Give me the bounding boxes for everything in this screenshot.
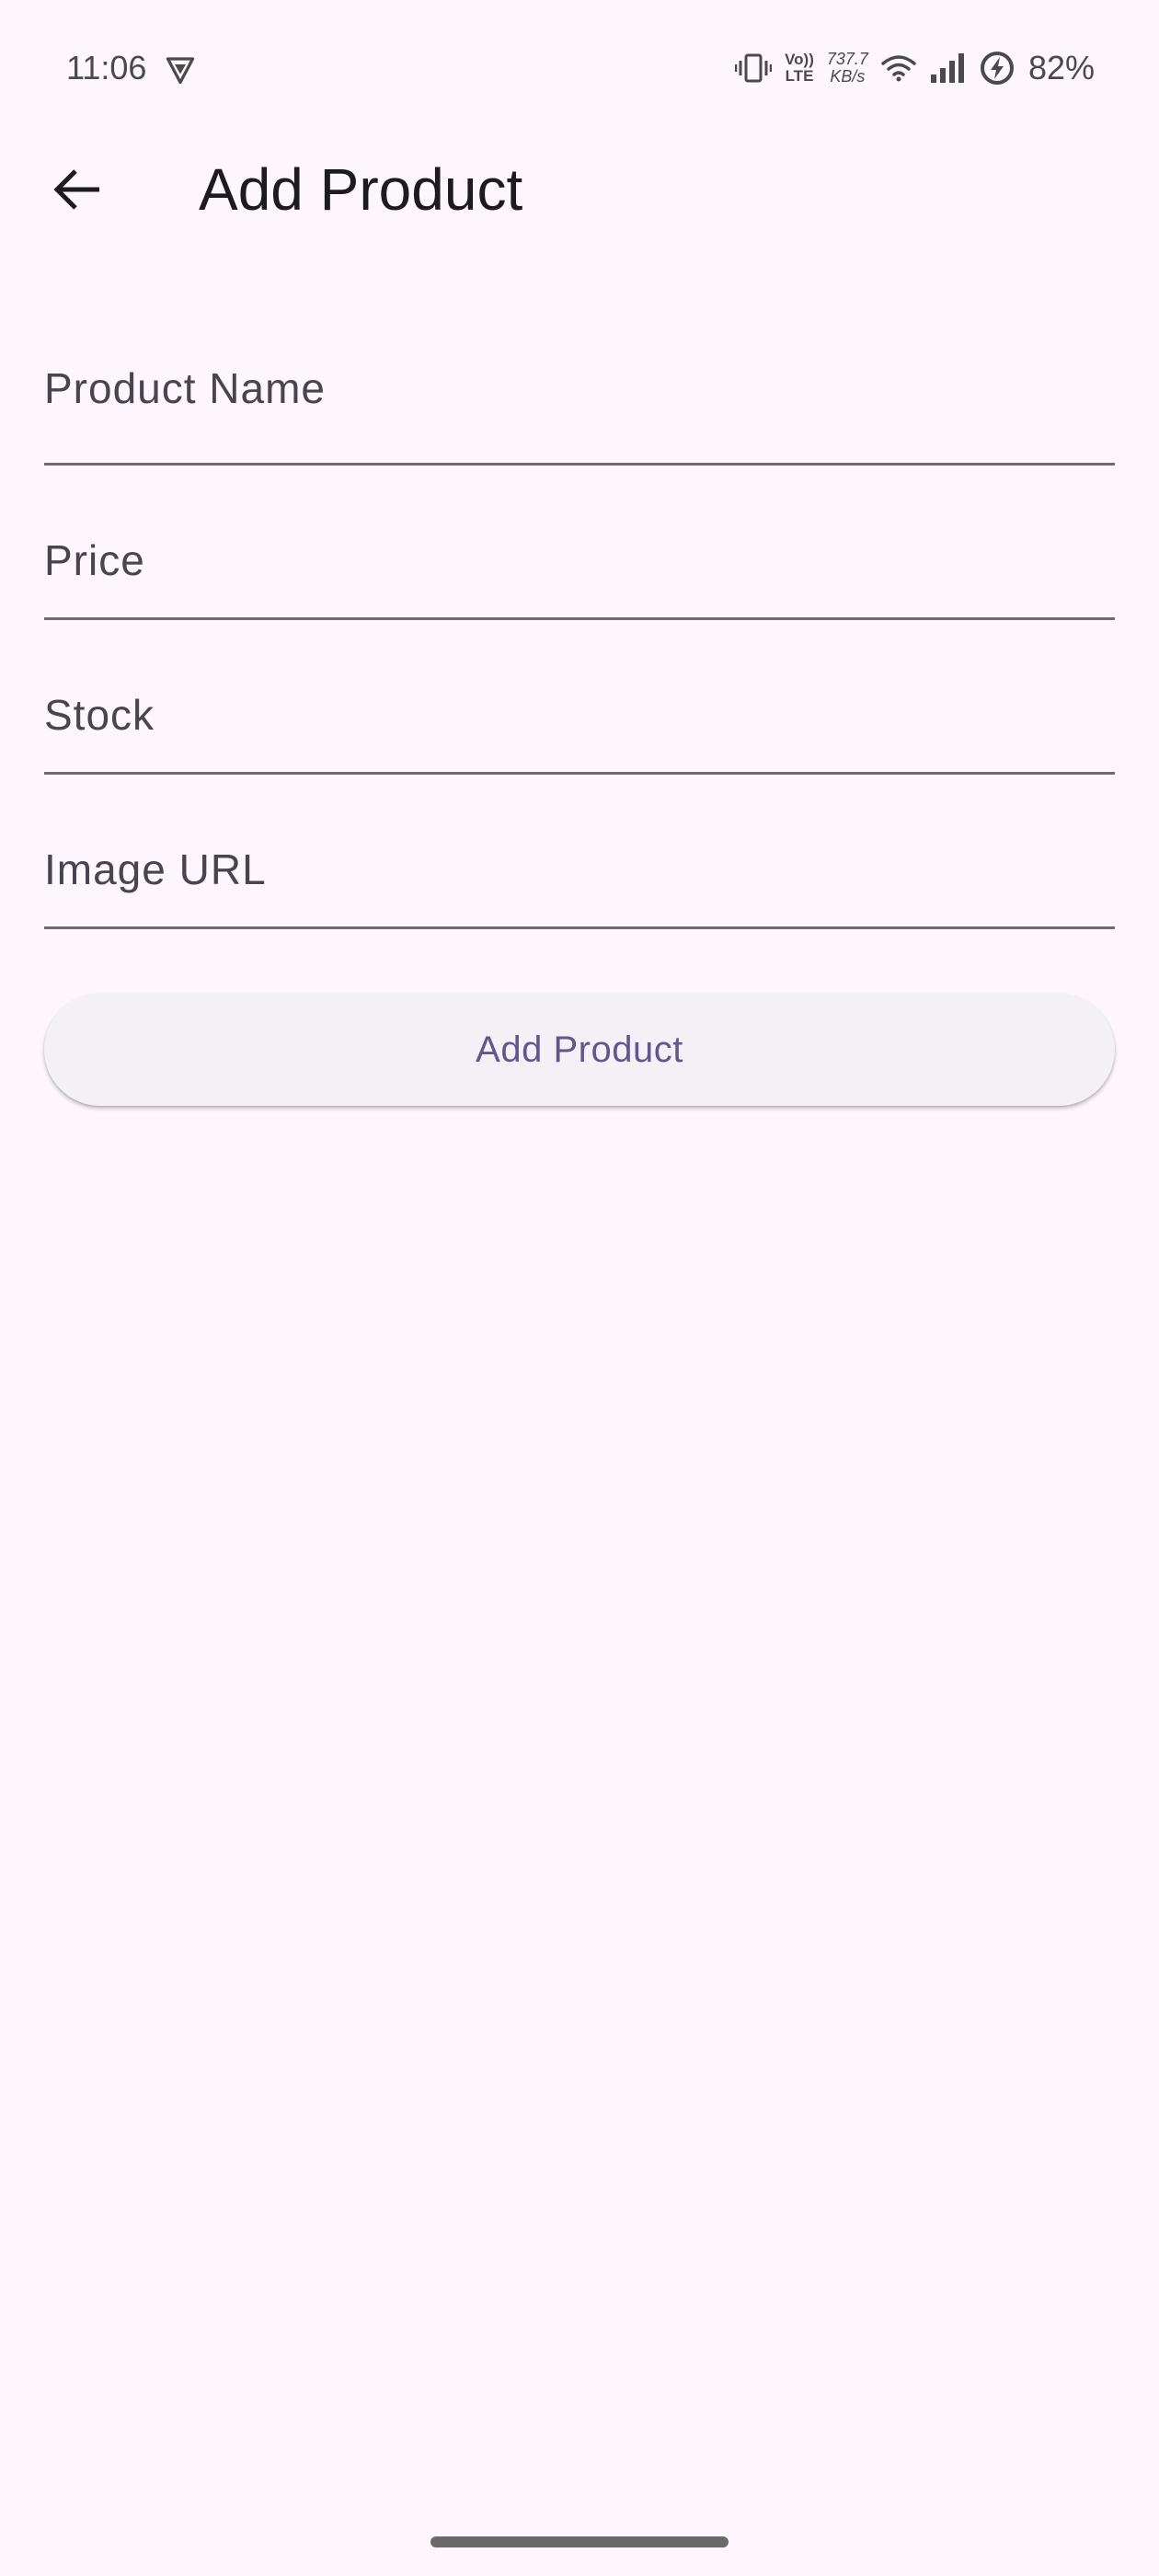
- back-button[interactable]: [40, 158, 114, 221]
- price-input[interactable]: [44, 466, 1115, 617]
- arrow-left-icon: [53, 169, 99, 210]
- app-bar: Add Product: [0, 138, 1159, 241]
- home-indicator[interactable]: [430, 2536, 729, 2547]
- add-product-form: [44, 313, 1115, 929]
- image-url-input[interactable]: [44, 775, 1115, 926]
- status-icons: Vo)) LTE 737.7 KB/s 82%: [735, 42, 1095, 94]
- add-product-button[interactable]: Add Product: [44, 994, 1115, 1106]
- cellular-signal-icon: [930, 53, 964, 83]
- status-bar: 11:06 Vo)) LTE 737.7 KB/s 82%: [0, 0, 1159, 138]
- screen: 11:06 Vo)) LTE 737.7 KB/s 82% Add Produc…: [0, 0, 1159, 2576]
- vpn-shield-icon: [166, 57, 195, 85]
- wifi-icon: [881, 55, 916, 82]
- stock-field: [44, 620, 1115, 775]
- image-url-field: [44, 775, 1115, 929]
- battery-percent: 82%: [1027, 49, 1095, 86]
- network-speed-unit: KB/s: [830, 67, 866, 86]
- volte-label-top: Vo)): [785, 51, 814, 68]
- product-name-field: [44, 313, 1115, 466]
- network-speed-value: 737.7: [826, 50, 868, 68]
- product-name-input[interactable]: [44, 313, 1115, 463]
- network-speed: 737.7 KB/s: [827, 51, 868, 86]
- page-title: Add Product: [199, 156, 523, 223]
- price-field: [44, 466, 1115, 620]
- volte-icon: Vo)) LTE: [785, 52, 814, 85]
- battery-charging-icon: [980, 52, 1014, 85]
- volte-label-bottom: LTE: [785, 67, 814, 85]
- stock-input[interactable]: [44, 620, 1115, 772]
- vibrate-icon: [735, 53, 773, 83]
- status-time: 11:06: [66, 49, 147, 86]
